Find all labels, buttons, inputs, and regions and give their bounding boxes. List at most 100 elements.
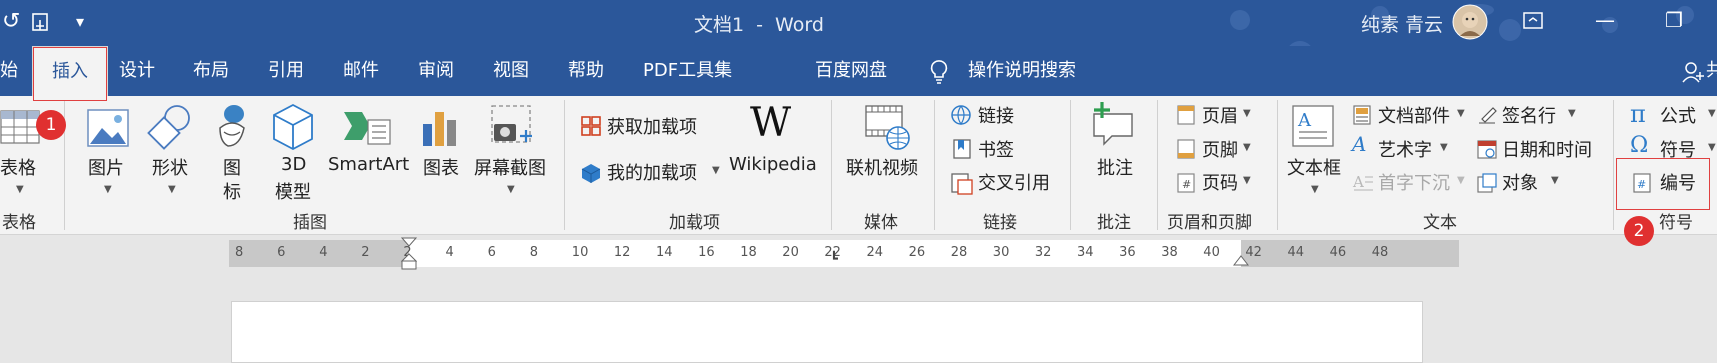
header-dropdown-icon[interactable]: ▼ bbox=[1243, 108, 1251, 119]
group-divider bbox=[1070, 100, 1071, 230]
3d-model-button-line2[interactable]: 模型 bbox=[275, 178, 311, 204]
screenshot-icon bbox=[491, 105, 532, 143]
online-video-icon bbox=[865, 105, 910, 150]
touch-mode-icon[interactable] bbox=[30, 12, 54, 34]
indent-marker-icon[interactable] bbox=[401, 237, 417, 271]
date-time-button[interactable]: 日期和时间 bbox=[1502, 136, 1592, 162]
tab-review[interactable]: 审阅 bbox=[418, 56, 454, 82]
header-button[interactable]: 页眉 bbox=[1202, 102, 1238, 128]
symbol-dropdown-icon[interactable]: ▼ bbox=[1708, 142, 1716, 153]
tab-references[interactable]: 引用 bbox=[268, 56, 304, 82]
chart-button[interactable]: 图表 bbox=[423, 154, 459, 180]
object-dropdown-icon[interactable]: ▼ bbox=[1551, 175, 1559, 186]
wordart-button[interactable]: 艺术字 bbox=[1378, 136, 1432, 162]
wikipedia-button[interactable]: Wikipedia bbox=[729, 154, 817, 175]
pictures-button[interactable]: 图片 bbox=[88, 154, 124, 180]
tab-stop-icon[interactable]: ┗ bbox=[830, 252, 838, 267]
table-dropdown-icon[interactable]: ▼ bbox=[16, 184, 24, 195]
ruler-label: 4 bbox=[445, 245, 454, 260]
tab-pdf-tools[interactable]: PDF工具集 bbox=[643, 56, 732, 82]
tab-baidu-netdisk[interactable]: 百度网盘 bbox=[815, 56, 887, 82]
document-page[interactable] bbox=[231, 301, 1423, 363]
ribbon-display-options-icon[interactable] bbox=[1521, 10, 1545, 32]
horizontal-ruler[interactable]: 8 6 4 2 2 4 6 8 10 12 14 16 18 20 22 24 26 28 30 32 34 36 38 40… bbox=[229, 237, 1459, 270]
ruler-label: 2 bbox=[361, 245, 370, 260]
tab-mailings[interactable]: 邮件 bbox=[343, 56, 379, 82]
right-indent-marker-icon[interactable] bbox=[1233, 254, 1249, 268]
drop-cap-dropdown-icon[interactable]: ▼ bbox=[1457, 175, 1465, 186]
tab-help[interactable]: 帮助 bbox=[568, 56, 604, 82]
ribbon-tabs: 始 插入 设计 布局 引用 邮件 审阅 视图 帮助 PDF工具集 百度网盘 操作… bbox=[0, 46, 1717, 97]
drop-cap-button[interactable]: 首字下沉 bbox=[1378, 169, 1450, 195]
textbox-dropdown-icon[interactable]: ▼ bbox=[1311, 184, 1319, 195]
cross-reference-button[interactable]: 交叉引用 bbox=[978, 169, 1050, 195]
ruler-label: 18 bbox=[740, 245, 757, 260]
wordart-icon: A bbox=[1352, 132, 1367, 156]
ruler-label: 30 bbox=[992, 245, 1010, 260]
window-title: 文档1 - Word bbox=[694, 10, 824, 37]
highlight-box-insert-tab bbox=[33, 47, 107, 101]
shapes-button[interactable]: 形状 bbox=[152, 154, 188, 180]
quick-parts-dropdown-icon[interactable]: ▼ bbox=[1457, 108, 1465, 119]
link-button[interactable]: 链接 bbox=[978, 102, 1014, 128]
equation-button[interactable]: 公式 bbox=[1660, 102, 1696, 128]
undo-icon[interactable]: ↺ bbox=[2, 9, 20, 34]
tab-layout[interactable]: 布局 bbox=[193, 56, 229, 82]
textbox-button[interactable]: 文本框 bbox=[1287, 154, 1341, 180]
step-badge-1: 1 bbox=[36, 110, 66, 140]
icons-button-line2[interactable]: 标 bbox=[223, 178, 241, 204]
tab-view[interactable]: 视图 bbox=[493, 56, 529, 82]
signature-line-dropdown-icon[interactable]: ▼ bbox=[1568, 108, 1576, 119]
footer-button[interactable]: 页脚 bbox=[1202, 136, 1238, 162]
ruler-label: 38 bbox=[1161, 245, 1178, 260]
signature-line-button[interactable]: 签名行 bbox=[1502, 102, 1556, 128]
group-label-comments: 批注 bbox=[1097, 213, 1131, 233]
user-avatar[interactable] bbox=[1452, 4, 1488, 40]
shapes-dropdown-icon[interactable]: ▼ bbox=[168, 184, 176, 195]
signature-line-icon bbox=[1479, 107, 1497, 124]
svg-text:A: A bbox=[1297, 110, 1312, 131]
tell-me-search[interactable]: 操作说明搜索 bbox=[968, 56, 1076, 82]
wikipedia-icon: W bbox=[750, 100, 792, 146]
equation-dropdown-icon[interactable]: ▼ bbox=[1708, 108, 1716, 119]
customize-qat-icon[interactable]: ▾ bbox=[76, 12, 84, 31]
lightbulb-icon bbox=[930, 60, 948, 84]
footer-dropdown-icon[interactable]: ▼ bbox=[1243, 142, 1251, 153]
pictures-dropdown-icon[interactable]: ▼ bbox=[104, 184, 112, 195]
get-addins-button[interactable]: 获取加载项 bbox=[607, 113, 697, 139]
wordart-dropdown-icon[interactable]: ▼ bbox=[1440, 142, 1448, 153]
page-number-dropdown-icon[interactable]: ▼ bbox=[1243, 175, 1251, 186]
equation-icon: π bbox=[1630, 100, 1646, 128]
group-label-symbols: 符号 bbox=[1659, 213, 1693, 233]
screenshot-dropdown-icon[interactable]: ▼ bbox=[507, 184, 515, 195]
my-addins-dropdown-icon[interactable]: ▼ bbox=[712, 165, 720, 176]
object-button[interactable]: 对象 bbox=[1502, 169, 1538, 195]
quick-parts-button[interactable]: 文档部件 bbox=[1378, 102, 1450, 128]
group-label-addins: 加载项 bbox=[669, 213, 720, 233]
share-label-partial[interactable]: 共 bbox=[1706, 56, 1717, 82]
screenshot-button[interactable]: 屏幕截图 bbox=[474, 154, 546, 180]
my-addins-button[interactable]: 我的加载项 bbox=[607, 159, 697, 185]
ribbon-insert: 表格 ▼ 表格 图片 ▼ 形状 ▼ 图 标 3D 模型 SmartArt 图表 bbox=[0, 96, 1717, 235]
restore-icon[interactable]: ❐ bbox=[1665, 8, 1683, 32]
bookmark-button[interactable]: 书签 bbox=[978, 136, 1014, 162]
comment-button[interactable]: 批注 bbox=[1097, 154, 1133, 180]
minimize-icon[interactable]: — bbox=[1595, 8, 1615, 32]
tab-design[interactable]: 设计 bbox=[119, 56, 155, 82]
3d-model-button-line1[interactable]: 3D bbox=[281, 154, 306, 175]
ruler-label: 10 bbox=[571, 245, 589, 260]
ruler-label: 8 bbox=[235, 245, 244, 260]
highlight-box-number bbox=[1616, 158, 1710, 210]
smartart-button[interactable]: SmartArt bbox=[328, 154, 409, 175]
icons-button-line1[interactable]: 图 bbox=[223, 154, 241, 180]
online-video-button[interactable]: 联机视频 bbox=[846, 154, 918, 180]
page-number-button[interactable]: 页码 bbox=[1202, 169, 1238, 195]
ruler-label: 6 bbox=[487, 245, 496, 260]
ruler-label: 48 bbox=[1371, 245, 1389, 260]
user-name[interactable]: 纯素 青云 bbox=[1361, 10, 1443, 37]
group-divider bbox=[1613, 100, 1614, 230]
tab-home-partial[interactable]: 始 bbox=[0, 56, 18, 82]
textbox-icon: A bbox=[1292, 105, 1334, 147]
share-person-icon[interactable] bbox=[1681, 60, 1707, 84]
table-button[interactable]: 表格 bbox=[0, 154, 36, 180]
